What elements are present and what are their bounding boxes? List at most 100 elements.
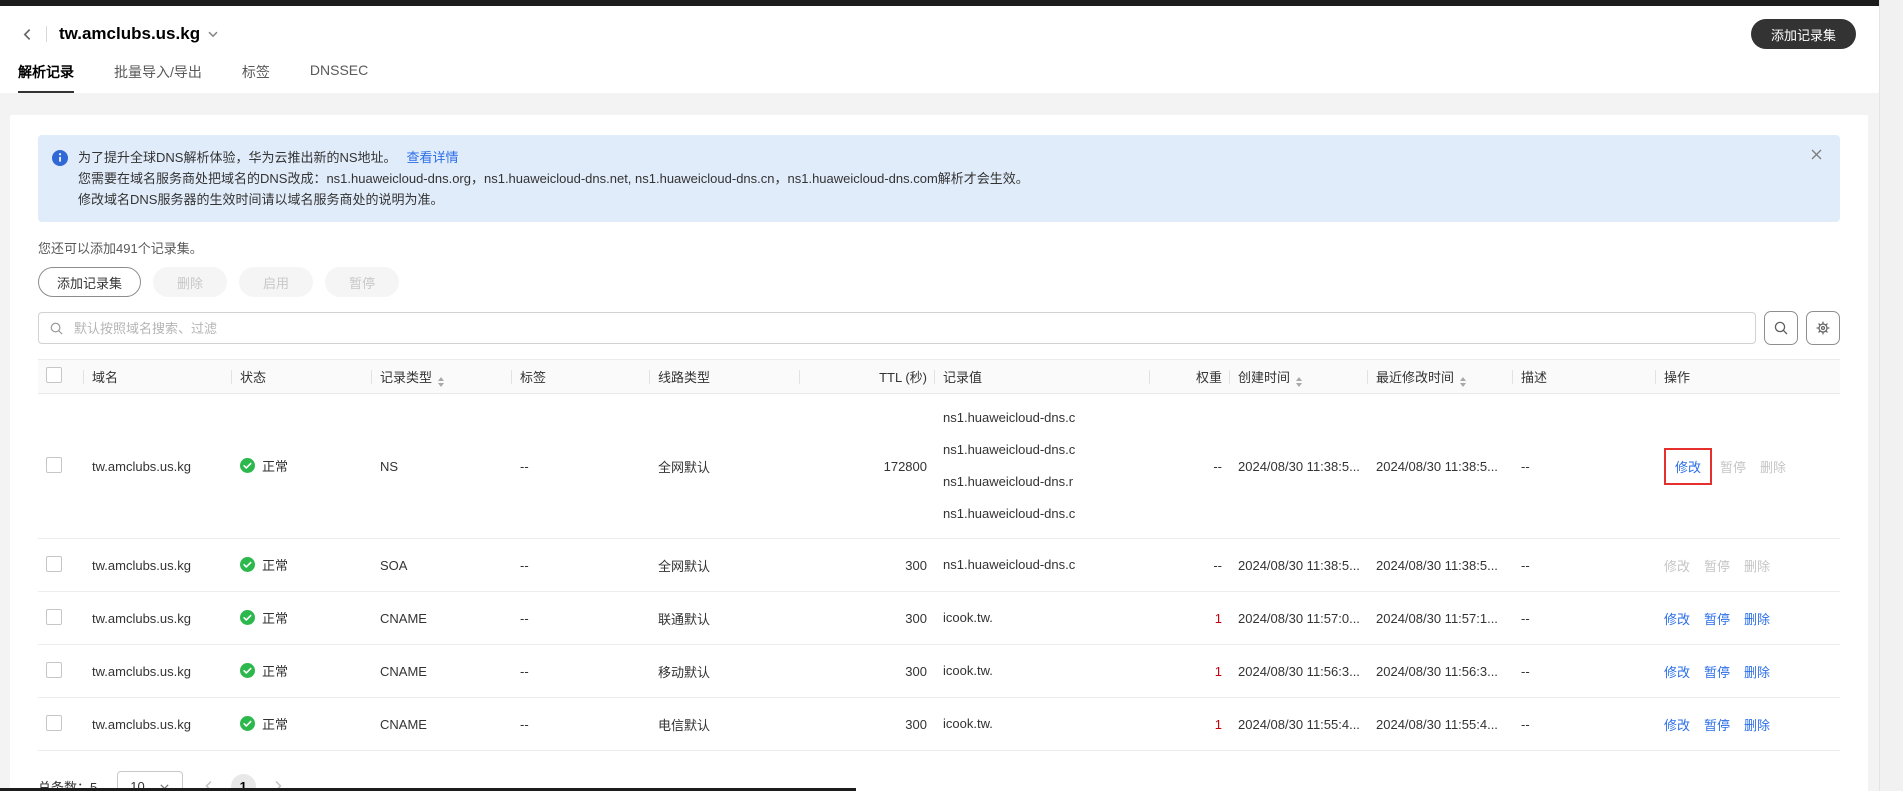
status-text: 正常 <box>262 558 289 573</box>
cell-domain: tw.amclubs.us.kg <box>84 697 232 751</box>
action-modify-link[interactable]: 修改 <box>1675 460 1701 475</box>
action-modify-link[interactable]: 修改 <box>1664 612 1690 627</box>
table-header-row: 域名 状态 记录类型 标签 线路类型 TTL (秒) 记录值 权重 创建时间 最近修改时间 描述 操作 <box>38 359 1840 394</box>
column-settings-button[interactable] <box>1806 311 1840 345</box>
view-details-link[interactable]: 查看详情 <box>407 150 459 165</box>
cell-ttl: 300 <box>800 591 935 645</box>
banner-line1: 为了提升全球DNS解析体验，华为云推出新的NS地址。 <box>78 150 397 165</box>
tab-import-export[interactable]: 批量导入/导出 <box>114 62 202 93</box>
sort-icon[interactable] <box>438 376 445 387</box>
row-checkbox[interactable] <box>46 456 62 473</box>
info-icon <box>52 150 68 210</box>
row-select-cell <box>38 644 84 698</box>
cell-tag: -- <box>512 644 650 698</box>
col-label: 标签 <box>520 370 547 385</box>
cell-weight: 1 <box>1150 697 1230 751</box>
cell-status: 正常 <box>232 538 372 592</box>
cell-record-type: CNAME <box>372 644 512 698</box>
cell-status: 正常 <box>232 591 372 645</box>
col-header-modified[interactable]: 最近修改时间 <box>1368 359 1513 394</box>
row-checkbox[interactable] <box>46 555 62 572</box>
cell-created-time: 2024/08/30 11:38:5... <box>1230 393 1368 539</box>
col-label: TTL (秒) <box>879 370 927 385</box>
pause-button: 暂停 <box>325 267 400 297</box>
col-header-type[interactable]: 记录类型 <box>372 359 512 394</box>
action-delete-link[interactable]: 删除 <box>1744 665 1770 680</box>
col-header-status: 状态 <box>232 359 372 394</box>
status-text: 正常 <box>262 611 289 626</box>
check-circle-icon <box>240 716 255 731</box>
action-delete-link: 删除 <box>1744 558 1771 574</box>
cell-modified-time: 2024/08/30 11:38:5... <box>1368 393 1513 539</box>
action-delete-link[interactable]: 删除 <box>1744 718 1770 733</box>
back-button[interactable] <box>16 23 38 45</box>
select-all-checkbox[interactable] <box>46 367 62 383</box>
col-label: 创建时间 <box>1238 369 1291 385</box>
record-value: icook.tw. <box>943 663 993 678</box>
search-icon <box>50 322 63 335</box>
cell-modified-time: 2024/08/30 11:38:5... <box>1368 538 1513 592</box>
cell-actions: 修改 暂停 删除 <box>1656 393 1840 539</box>
cell-description: -- <box>1513 591 1656 645</box>
col-header-actions: 操作 <box>1656 359 1840 394</box>
cell-ttl: 300 <box>800 538 935 592</box>
action-pause-link[interactable]: 暂停 <box>1704 612 1730 627</box>
action-pause-link[interactable]: 暂停 <box>1704 718 1730 733</box>
col-label: 操作 <box>1664 370 1691 385</box>
col-header-created[interactable]: 创建时间 <box>1230 359 1368 394</box>
col-label: 描述 <box>1521 370 1548 385</box>
action-pause-link[interactable]: 暂停 <box>1704 665 1730 680</box>
tab-bar: 解析记录 批量导入/导出 标签 DNSSEC <box>16 62 1856 93</box>
row-checkbox[interactable] <box>46 661 62 678</box>
col-header-select[interactable] <box>38 359 84 394</box>
cell-description: -- <box>1513 538 1656 592</box>
row-select-cell <box>38 393 84 539</box>
action-delete-link[interactable]: 删除 <box>1744 612 1770 627</box>
status-badge: 正常 <box>240 555 288 574</box>
col-header-ttl: TTL (秒) <box>800 359 935 394</box>
cell-line-type: 移动默认 <box>650 644 800 698</box>
add-recordset-header-button[interactable]: 添加记录集 <box>1750 19 1856 49</box>
action-modify-link[interactable]: 修改 <box>1664 665 1690 680</box>
cell-tag: -- <box>512 538 650 592</box>
cell-tag: -- <box>512 697 650 751</box>
search-input[interactable] <box>72 319 1745 337</box>
col-label: 记录值 <box>943 370 983 385</box>
action-modify-link[interactable]: 修改 <box>1664 718 1690 733</box>
check-circle-icon <box>240 663 255 678</box>
cell-description: -- <box>1513 644 1656 698</box>
status-badge: 正常 <box>240 456 288 475</box>
col-header-domain: 域名 <box>84 359 232 394</box>
add-recordset-button[interactable]: 添加记录集 <box>38 267 142 297</box>
tab-records[interactable]: 解析记录 <box>18 62 74 93</box>
cell-ttl: 172800 <box>800 393 935 539</box>
row-select-cell <box>38 538 84 592</box>
action-delete-link: 删除 <box>1760 459 1787 475</box>
cell-modified-time: 2024/08/30 11:57:1... <box>1368 591 1513 645</box>
cell-ttl: 300 <box>800 697 935 751</box>
cell-record-type: CNAME <box>372 697 512 751</box>
cell-line-type: 全网默认 <box>650 393 800 539</box>
tab-tags[interactable]: 标签 <box>242 62 270 93</box>
banner-text: 为了提升全球DNS解析体验，华为云推出新的NS地址。 查看详情 您需要在域名服务商… <box>78 147 1029 210</box>
check-circle-icon <box>240 610 255 625</box>
domain-dropdown-toggle[interactable] <box>207 28 219 40</box>
sort-icon[interactable] <box>1460 376 1467 387</box>
page-header: tw.amclubs.us.kg 添加记录集 解析记录 批量导入/导出 标签 DNSS… <box>0 6 1880 93</box>
ns-info-banner: 为了提升全球DNS解析体验，华为云推出新的NS地址。 查看详情 您需要在域名服务商… <box>38 135 1840 222</box>
status-text: 正常 <box>262 459 289 474</box>
row-checkbox[interactable] <box>46 608 62 625</box>
action-pause-link: 暂停 <box>1720 459 1747 475</box>
tab-dnssec[interactable]: DNSSEC <box>310 62 368 93</box>
cell-tag: -- <box>512 591 650 645</box>
cell-line-type: 全网默认 <box>650 538 800 592</box>
title-row: tw.amclubs.us.kg 添加记录集 <box>16 16 1856 52</box>
chevron-left-icon <box>23 28 30 40</box>
scrollbar-track[interactable] <box>1879 0 1903 791</box>
banner-close-icon[interactable] <box>1811 149 1822 160</box>
search-button[interactable] <box>1764 311 1798 345</box>
sort-icon[interactable] <box>1296 376 1303 387</box>
content-area: 为了提升全球DNS解析体验，华为云推出新的NS地址。 查看详情 您需要在域名服务商… <box>0 93 1880 791</box>
row-checkbox[interactable] <box>46 714 62 731</box>
cell-description: -- <box>1513 393 1656 539</box>
